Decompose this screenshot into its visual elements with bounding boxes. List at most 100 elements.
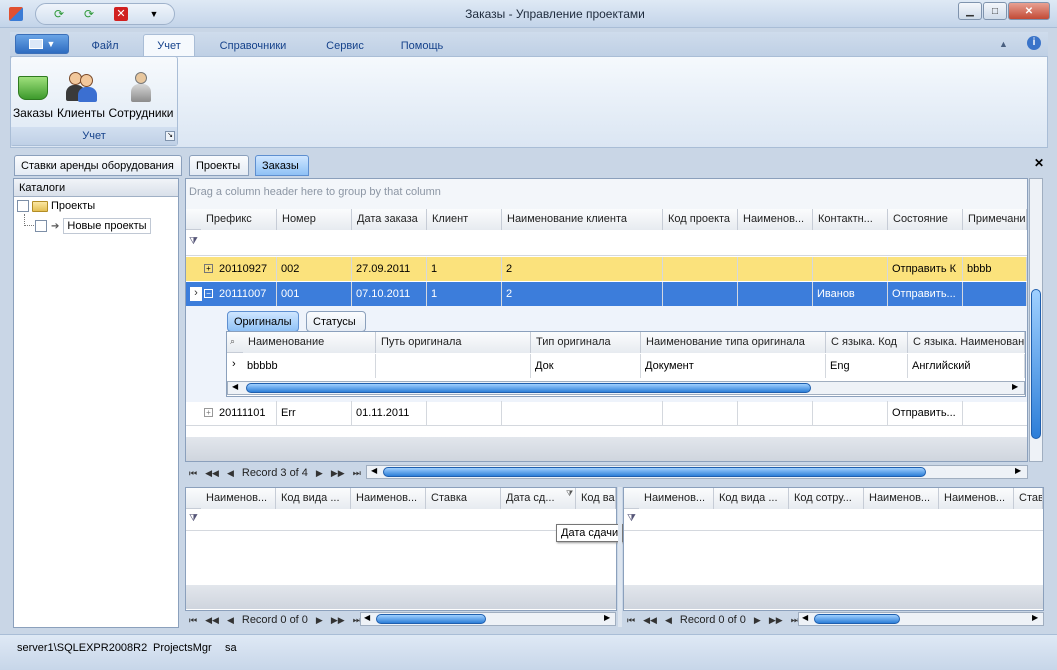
scroll-thumb[interactable] — [1031, 289, 1041, 439]
splitter[interactable] — [618, 487, 622, 627]
col-prefix[interactable]: Префикс — [201, 209, 277, 230]
close-tab-icon[interactable]: ✕ — [1034, 156, 1044, 170]
first-icon[interactable]: ⏮ — [627, 615, 635, 626]
detail-hscroll[interactable]: ◀ ▶ — [227, 381, 1025, 395]
col-note[interactable]: Примечание — [963, 209, 1027, 230]
search-icon[interactable]: ⌕ — [230, 336, 235, 347]
orders-vscroll[interactable] — [1029, 178, 1043, 462]
last-icon[interactable]: ⏭ — [353, 468, 361, 479]
tree-checkbox[interactable] — [35, 220, 47, 232]
bl-col-rate[interactable]: Ставка — [426, 488, 501, 509]
refresh-icon[interactable]: ⟳ — [48, 4, 70, 24]
scroll-right-icon[interactable]: ▶ — [1032, 613, 1038, 622]
first-icon[interactable]: ⏮ — [189, 615, 197, 626]
scroll-right-icon[interactable]: ▶ — [1015, 466, 1021, 475]
filter-icon[interactable]: ⧩ — [627, 513, 636, 524]
scroll-left-icon[interactable]: ◀ — [802, 613, 808, 622]
prev-page-icon[interactable]: ◀◀ — [205, 615, 219, 626]
next-icon[interactable]: ▶ — [316, 468, 323, 479]
scroll-left-icon[interactable]: ◀ — [364, 613, 370, 622]
br-col-name2[interactable]: Наименов... — [864, 488, 939, 509]
scroll-thumb[interactable] — [383, 467, 926, 477]
tab-help[interactable]: Помощь — [392, 36, 452, 56]
orders-hscroll[interactable]: ◀ ▶ — [366, 465, 1028, 479]
scroll-thumb[interactable] — [814, 614, 900, 624]
col-number[interactable]: Номер — [277, 209, 352, 230]
tab-projects[interactable]: Проекты — [189, 155, 249, 176]
scroll-right-icon[interactable]: ▶ — [604, 613, 610, 622]
info-icon[interactable]: i — [1027, 36, 1041, 50]
col-orig-type-name[interactable]: Наименование типа оригинала — [641, 332, 826, 353]
prev-page-icon[interactable]: ◀◀ — [205, 468, 219, 479]
col-orig-type[interactable]: Тип оригинала — [531, 332, 641, 353]
tab-originals[interactable]: Оригиналы — [227, 311, 299, 332]
scroll-thumb[interactable] — [376, 614, 486, 624]
bl-filter-row[interactable] — [186, 509, 616, 531]
tree-checkbox[interactable] — [17, 200, 29, 212]
tab-accounting[interactable]: Учет — [143, 34, 195, 57]
filter-icon[interactable]: ⧩ — [189, 236, 198, 247]
col-contact[interactable]: Контактн... — [813, 209, 888, 230]
br-col-name[interactable]: Наименов... — [639, 488, 714, 509]
col-orig-path[interactable]: Путь оригинала — [376, 332, 531, 353]
scroll-left-icon[interactable]: ◀ — [371, 466, 377, 475]
tree-item-projects[interactable]: Проекты — [17, 200, 95, 212]
collapse-icon[interactable]: − — [204, 289, 213, 298]
clients-button[interactable]: Клиенты — [56, 60, 106, 120]
tab-references[interactable]: Справочники — [212, 36, 294, 56]
customize-qat-icon[interactable]: ▼ — [143, 4, 165, 24]
br-filter-row[interactable] — [624, 509, 1043, 531]
tab-file[interactable]: Файл — [82, 36, 128, 56]
app-menu-button[interactable]: ▼ — [15, 34, 69, 54]
br-col-rate[interactable]: Став — [1014, 488, 1043, 509]
close-doc-icon[interactable]: ✕ — [110, 4, 132, 24]
col-orig-name[interactable]: Наименование — [243, 332, 376, 353]
expand-icon[interactable]: + — [204, 408, 213, 417]
scroll-right-icon[interactable]: ▶ — [1012, 382, 1018, 391]
col-client[interactable]: Клиент — [427, 209, 502, 230]
filter-row[interactable] — [186, 230, 1027, 256]
bl-col-name[interactable]: Наименов... — [201, 488, 276, 509]
br-hscroll[interactable]: ◀ ▶ — [798, 612, 1044, 626]
tree-item-new-projects[interactable]: ➔ Новые проекты — [35, 218, 151, 234]
minimize-button[interactable]: ▁ — [958, 2, 982, 20]
next-page-icon[interactable]: ▶▶ — [331, 468, 345, 479]
scroll-left-icon[interactable]: ◀ — [232, 382, 238, 391]
next-icon[interactable]: ▶ — [754, 615, 761, 626]
col-name[interactable]: Наименов... — [738, 209, 813, 230]
col-lang-code[interactable]: С языка. Код — [826, 332, 908, 353]
bl-col-name2[interactable]: Наименов... — [351, 488, 426, 509]
column-filter-icon[interactable]: ⧩ — [566, 489, 573, 499]
col-lang-name[interactable]: С языка. Наименование — [908, 332, 1025, 353]
employees-button[interactable]: Сотрудники — [108, 60, 174, 120]
scroll-thumb[interactable] — [246, 383, 811, 393]
col-state[interactable]: Состояние — [888, 209, 963, 230]
tab-service[interactable]: Сервис — [318, 36, 372, 56]
refresh-all-icon[interactable]: ⟳ — [78, 4, 100, 24]
bl-col-type-code[interactable]: Код вида ... — [276, 488, 351, 509]
group-launcher-icon[interactable]: ↘ — [165, 131, 175, 141]
col-project-code[interactable]: Код проекта — [663, 209, 738, 230]
minimize-ribbon-icon[interactable]: ▲ — [999, 39, 1008, 49]
maximize-button[interactable]: □ — [983, 2, 1007, 20]
prev-page-icon[interactable]: ◀◀ — [643, 615, 657, 626]
orders-button[interactable]: Заказы — [12, 60, 54, 120]
filter-icon[interactable]: ⧩ — [189, 513, 198, 524]
br-col-employee-code[interactable]: Код сотру... — [789, 488, 864, 509]
br-col-type-code[interactable]: Код вида ... — [714, 488, 789, 509]
tab-statuses[interactable]: Статусы — [306, 311, 366, 332]
close-button[interactable]: ✕ — [1008, 2, 1050, 20]
bl-col-currency[interactable]: Код ва — [576, 488, 616, 509]
br-col-name3[interactable]: Наименов... — [939, 488, 1014, 509]
prev-icon[interactable]: ◀ — [665, 615, 672, 626]
prev-icon[interactable]: ◀ — [227, 615, 234, 626]
next-page-icon[interactable]: ▶▶ — [331, 615, 345, 626]
col-client-name[interactable]: Наименование клиента — [502, 209, 663, 230]
first-icon[interactable]: ⏮ — [189, 468, 197, 479]
expand-icon[interactable]: + — [204, 264, 213, 273]
prev-icon[interactable]: ◀ — [227, 468, 234, 479]
next-page-icon[interactable]: ▶▶ — [769, 615, 783, 626]
next-icon[interactable]: ▶ — [316, 615, 323, 626]
tab-orders[interactable]: Заказы — [255, 155, 309, 176]
tab-equipment-rates[interactable]: Ставки аренды оборудования — [14, 155, 182, 176]
